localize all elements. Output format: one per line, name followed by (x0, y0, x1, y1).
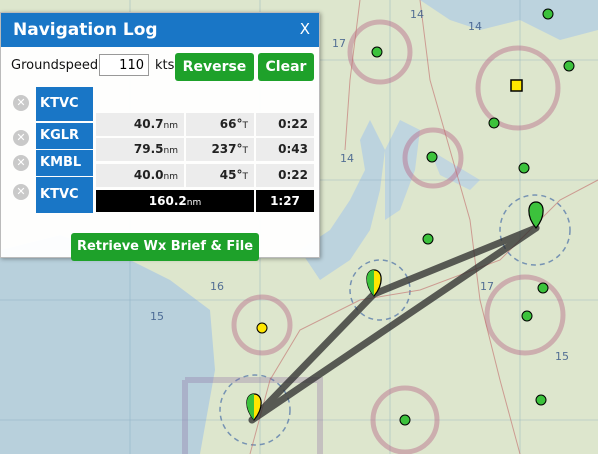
svg-text:17: 17 (332, 37, 346, 50)
airport-marker (426, 151, 438, 163)
remove-waypoint-icon[interactable]: ✕ (13, 155, 29, 171)
leg-heading: 66°T (186, 113, 254, 136)
total-distance-value: 160.2 (148, 194, 187, 208)
leg-heading-unit: T (242, 172, 249, 182)
airport-marker (488, 117, 500, 129)
total-distance-unit: nm (186, 198, 202, 208)
airport-square-marker (510, 79, 523, 92)
groundspeed-input[interactable] (99, 54, 149, 76)
panel-title: Navigation Log (13, 20, 158, 40)
total-distance: 160.2nm (96, 190, 254, 212)
airport-marker (563, 60, 575, 72)
leg-distance-value: 40.7 (133, 117, 164, 131)
groundspeed-label: Groundspeed (11, 58, 99, 73)
panel-header: Navigation Log X (1, 13, 319, 47)
leg-heading-value: 45° (219, 168, 243, 182)
waypoint-id[interactable]: KTVC (36, 87, 93, 121)
navigation-log-panel: Navigation Log X Groundspeed kts Reverse… (0, 12, 320, 261)
svg-text:14: 14 (410, 8, 424, 21)
leg-distance-value: 79.5 (133, 142, 164, 156)
close-button[interactable]: X (300, 20, 310, 38)
leg-time: 0:22 (256, 113, 314, 136)
svg-text:14: 14 (468, 20, 482, 33)
groundspeed-unit: kts (155, 58, 175, 73)
airport-marker (422, 233, 434, 245)
leg-heading: 45°T (186, 164, 254, 187)
groundspeed-row: Groundspeed kts Reverse Clear (11, 53, 316, 83)
leg-distance: 40.7nm (96, 113, 184, 136)
svg-text:17: 17 (480, 280, 494, 293)
leg-heading-value: 66° (219, 117, 243, 131)
remove-waypoint-icon[interactable]: ✕ (13, 130, 29, 146)
retrieve-wx-brief-button[interactable]: Retrieve Wx Brief & File (71, 233, 259, 261)
airport-marker (518, 162, 530, 174)
leg-distance: 79.5nm (96, 138, 184, 161)
remove-waypoint-icon[interactable]: ✕ (13, 95, 29, 111)
leg-time: 0:43 (256, 138, 314, 161)
leg-heading-unit: T (242, 121, 249, 131)
leg-heading: 237°T (186, 138, 254, 161)
airport-marker (399, 414, 411, 426)
leg-distance-value: 40.0 (133, 168, 164, 182)
remove-waypoint-icon[interactable]: ✕ (13, 184, 29, 200)
leg-time: 0:22 (256, 164, 314, 187)
svg-text:16: 16 (210, 280, 224, 293)
svg-text:14: 14 (340, 152, 354, 165)
clear-button[interactable]: Clear (258, 53, 314, 81)
leg-heading-value: 237° (211, 142, 243, 156)
airport-marker (521, 310, 533, 322)
reverse-button[interactable]: Reverse (175, 53, 254, 81)
leg-distance-unit: nm (163, 172, 178, 182)
svg-text:15: 15 (150, 310, 164, 323)
leg-distance-unit: nm (163, 121, 178, 131)
waypoint-id[interactable]: KGLR (36, 123, 93, 149)
waypoint-id[interactable]: KTVC (36, 177, 93, 213)
airport-marker (371, 46, 383, 58)
airport-marker (542, 8, 554, 20)
svg-text:15: 15 (555, 350, 569, 363)
airport-marker (256, 322, 268, 334)
waypoint-id[interactable]: KMBL (36, 150, 93, 176)
total-time: 1:27 (256, 190, 314, 212)
leg-distance: 40.0nm (96, 164, 184, 187)
airport-marker (535, 394, 547, 406)
leg-heading-unit: T (242, 146, 249, 156)
airport-marker (537, 282, 549, 294)
leg-distance-unit: nm (163, 146, 178, 156)
